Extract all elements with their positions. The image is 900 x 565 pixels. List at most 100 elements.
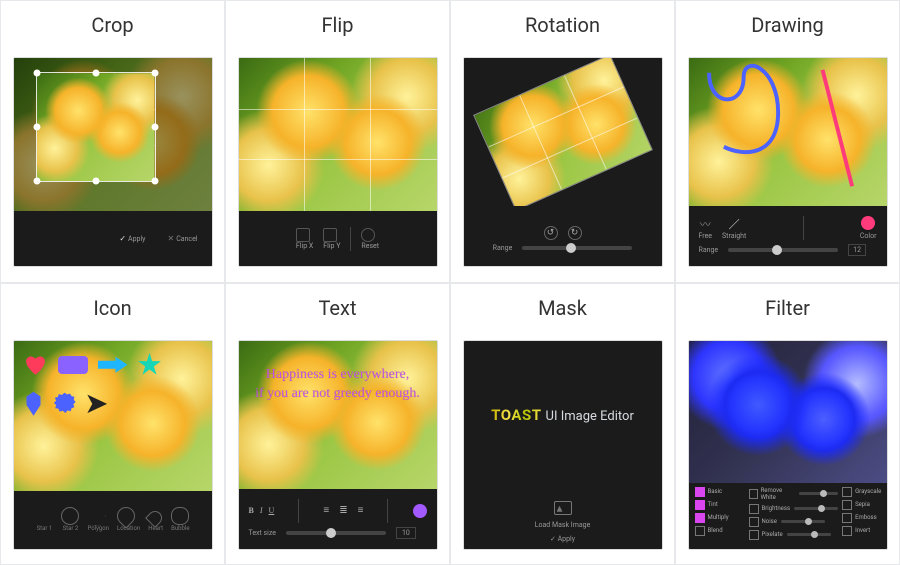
range-label: Range [493, 244, 513, 252]
title-rotation: Rotation [451, 1, 674, 47]
feature-grid: Crop ✓ Apply [0, 0, 900, 565]
heart-icon[interactable] [24, 355, 48, 375]
cursor-icon[interactable]: ➤ [86, 389, 108, 419]
arrow-icon[interactable] [98, 357, 128, 373]
canvas-text[interactable]: Happiness is everywhere, if you are not … [239, 341, 437, 489]
canvas-flip[interactable] [239, 58, 437, 211]
title-mask: Mask [451, 284, 674, 330]
text-color-swatch[interactable] [413, 504, 427, 518]
toolbar-text: B I U ≡ ≣ ≡ Text s [239, 489, 437, 549]
editor-filter: Basic Tint Multiply Blend Remove White B… [688, 340, 888, 550]
shape-star2-button[interactable] [61, 507, 79, 525]
range-label: Range [699, 246, 719, 254]
text-overlay[interactable]: Happiness is everywhere, if you are not … [253, 365, 423, 404]
cell-rotation: Rotation ↺ ↻ Range [450, 0, 675, 283]
shape-polygon-button[interactable] [87, 507, 105, 525]
canvas-crop[interactable] [14, 58, 212, 211]
check-tint[interactable]: Tint [695, 500, 745, 510]
title-crop: Crop [1, 1, 224, 47]
toolbar-rotation: ↺ ↻ Range [464, 206, 662, 266]
check-blend[interactable]: Blend [695, 526, 745, 536]
canvas-drawing[interactable] [689, 58, 887, 206]
align-right-button[interactable]: ≡ [358, 505, 364, 516]
check-multiply[interactable]: Multiply [695, 513, 745, 523]
check-invert[interactable]: Invert [842, 526, 881, 536]
align-left-button[interactable]: ≡ [323, 505, 329, 516]
check-noise[interactable]: Noise [749, 517, 777, 527]
cell-crop: Crop ✓ Apply [0, 0, 225, 283]
mask-brand-text: TOAST [491, 406, 541, 424]
editor-drawing: 〰Free ／Straight Color Range 12 [688, 57, 888, 267]
editor-flip: Flip X Flip Y Reset [238, 57, 438, 267]
flip-x-button[interactable] [296, 228, 310, 242]
straight-draw-button[interactable]: ／ [729, 218, 740, 231]
cell-drawing: Drawing 〰Free ／Straight [675, 0, 900, 283]
check-emboss[interactable]: Emboss [842, 513, 881, 523]
canvas-rotation[interactable] [464, 58, 662, 206]
apply-button[interactable]: ✓ Apply [119, 234, 145, 243]
toolbar-mask: Load Mask Image ✓ Apply [464, 489, 662, 549]
cell-text: Text Happiness is everywhere, if you are… [225, 283, 450, 565]
canvas-filter[interactable] [689, 341, 887, 483]
slider-brightness[interactable] [794, 507, 838, 510]
cell-flip: Flip Flip X Flip Y [225, 0, 450, 283]
slider-noise[interactable] [781, 520, 825, 523]
shape-star1-button[interactable] [35, 507, 53, 525]
reset-button[interactable] [361, 228, 375, 242]
canvas-icon[interactable]: ➤ [14, 341, 212, 491]
rounded-rect-icon[interactable] [58, 356, 88, 374]
crop-selection[interactable] [36, 72, 156, 182]
cell-icon: Icon ➤ [0, 283, 225, 565]
check-grayscale[interactable]: Grayscale [842, 487, 881, 497]
flip-y-button[interactable] [323, 228, 337, 242]
location-pin-icon[interactable] [24, 392, 44, 416]
close-icon: ✕ [168, 234, 175, 243]
cell-mask: Mask TOAST UI Image Editor Load Mask Imag… [450, 283, 675, 565]
check-icon: ✓ [550, 535, 556, 543]
brush-size-slider[interactable] [728, 248, 838, 252]
mask-sub-text: UI Image Editor [546, 409, 634, 424]
editor-text: Happiness is everywhere, if you are not … [238, 340, 438, 550]
title-icon: Icon [1, 284, 224, 330]
check-pixelate[interactable]: Pixelate [749, 530, 783, 540]
editor-rotation: ↺ ↻ Range [463, 57, 663, 267]
load-mask-button[interactable]: Load Mask Image [535, 521, 591, 529]
slider-pixelate[interactable] [787, 533, 831, 536]
italic-button[interactable]: I [260, 506, 263, 515]
cancel-button[interactable]: ✕ Cancel [168, 234, 198, 243]
underline-button[interactable]: U [269, 506, 275, 515]
bold-button[interactable]: B [249, 506, 254, 515]
rotation-slider[interactable] [522, 246, 632, 250]
check-sepia[interactable]: Sepia [842, 500, 881, 510]
toolbar-filter: Basic Tint Multiply Blend Remove White B… [689, 483, 887, 549]
text-size-slider[interactable] [286, 531, 386, 535]
toolbar-drawing: 〰Free ／Straight Color Range 12 [689, 206, 887, 266]
image-icon [554, 501, 572, 515]
toolbar-crop: ✓ Apply ✕ Cancel [14, 211, 212, 266]
rotate-cw-button[interactable]: ↻ [568, 226, 582, 240]
check-brightness[interactable]: Brightness [749, 504, 791, 514]
check-icon: ✓ [119, 234, 126, 243]
editor-icon: ➤ Star 1 Star 2 Polygon Location Heart B… [13, 340, 213, 550]
cell-filter: Filter Basic Tint Multiply Blend [675, 283, 900, 565]
title-filter: Filter [676, 284, 899, 330]
badge-icon[interactable] [54, 393, 76, 415]
star-icon[interactable] [138, 353, 162, 377]
toolbar-icon: Star 1 Star 2 Polygon Location Heart Bub… [14, 491, 212, 549]
text-size-label: Text size [249, 529, 277, 537]
canvas-mask[interactable]: TOAST UI Image Editor [464, 341, 662, 489]
rotate-ccw-button[interactable]: ↺ [544, 226, 558, 240]
editor-crop: ✓ Apply ✕ Cancel [13, 57, 213, 267]
check-basic[interactable]: Basic [695, 487, 745, 497]
title-flip: Flip [226, 1, 449, 47]
color-swatch[interactable] [861, 216, 875, 230]
apply-mask-button[interactable]: ✓ Apply [550, 535, 575, 543]
toolbar-flip: Flip X Flip Y Reset [239, 211, 437, 266]
align-center-button[interactable]: ≣ [339, 505, 347, 516]
free-draw-button[interactable]: 〰 [700, 218, 711, 231]
check-removewhite[interactable]: Remove White [749, 487, 795, 501]
shape-bubble-button[interactable] [171, 507, 189, 525]
slider-removewhite[interactable] [799, 492, 839, 495]
range-value: 12 [848, 244, 866, 256]
title-drawing: Drawing [676, 1, 899, 47]
